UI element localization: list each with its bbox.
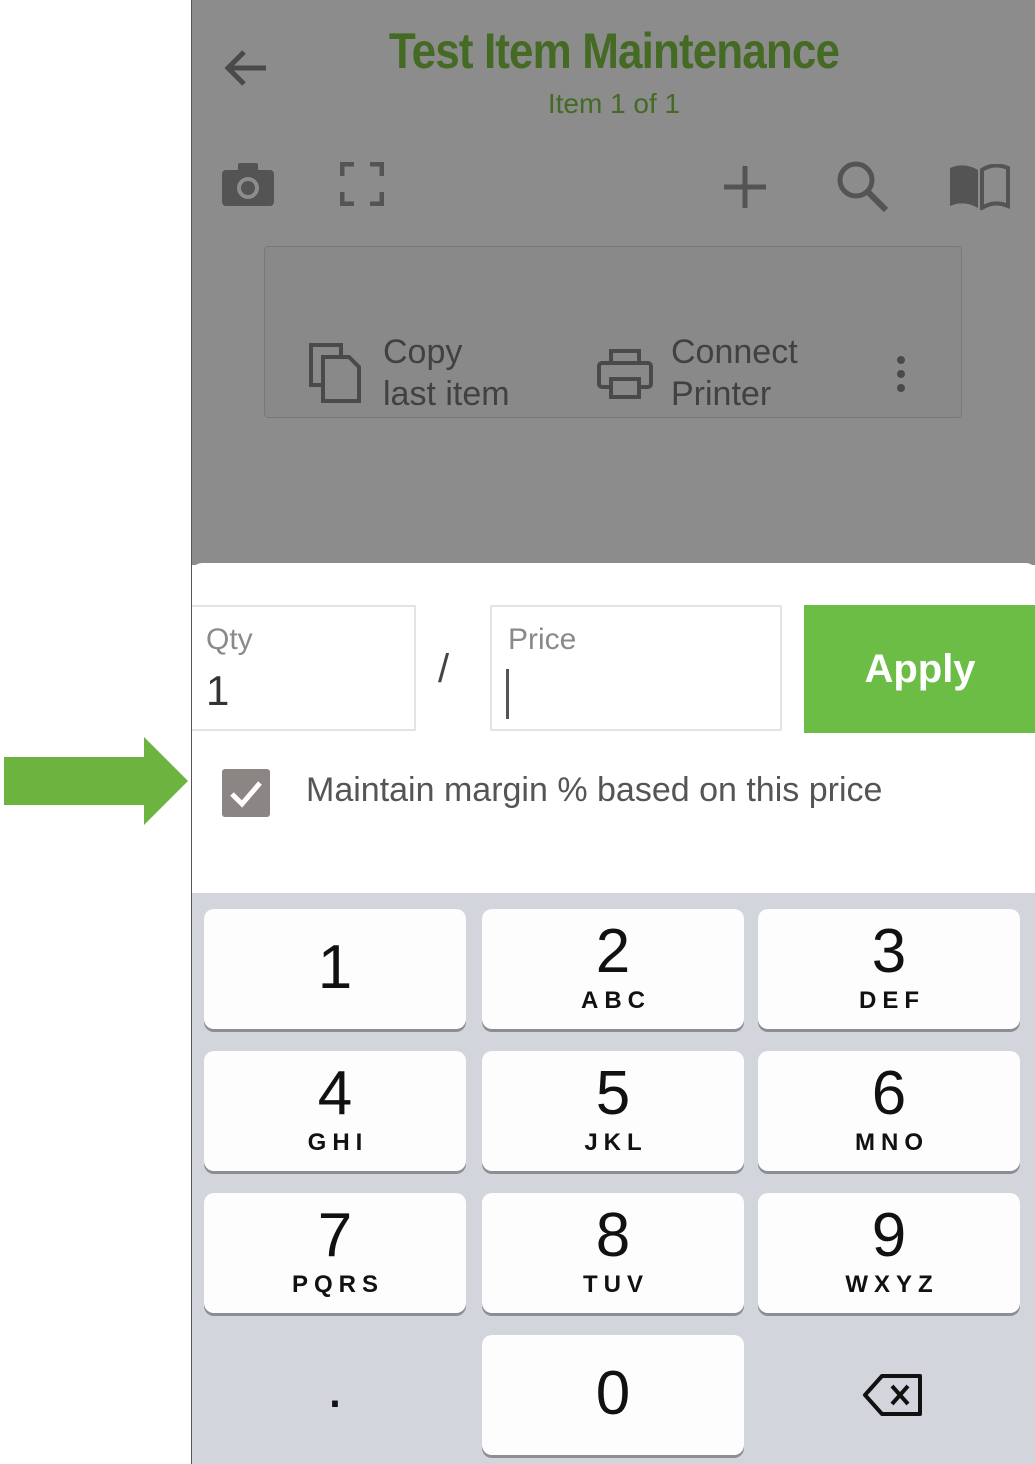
key-0[interactable]: 0 [482, 1335, 744, 1455]
price-field[interactable]: Price [490, 605, 782, 731]
key-3[interactable]: 3 DEF [758, 909, 1020, 1029]
key-2[interactable]: 2 ABC [482, 909, 744, 1029]
numeric-keypad: 1 2 ABC 3 DEF 4 GHI 5 JKL 6 MNO 7 PQRS 8… [192, 893, 1035, 1464]
price-label: Price [508, 623, 577, 656]
background-app: Test Item Maintenance Item 1 of 1 Copy l… [192, 0, 1035, 565]
apply-button[interactable]: Apply [804, 605, 1035, 733]
qty-field[interactable]: Qty 1 [192, 605, 416, 731]
qty-price-separator: / [438, 647, 450, 691]
key-6[interactable]: 6 MNO [758, 1051, 1020, 1171]
key-5[interactable]: 5 JKL [482, 1051, 744, 1171]
maintain-margin-label: Maintain margin % based on this price [306, 771, 883, 809]
phone-screen: Test Item Maintenance Item 1 of 1 Copy l… [191, 0, 1035, 1464]
key-8[interactable]: 8 TUV [482, 1193, 744, 1313]
text-cursor [506, 669, 509, 719]
price-entry-sheet: Qty 1 / Price Apply Maintain margin % ba… [192, 563, 1035, 893]
qty-label: Qty [206, 623, 253, 656]
qty-value: 1 [206, 667, 230, 714]
backspace-icon [863, 1374, 922, 1416]
callout-arrow-icon [4, 737, 188, 825]
key-9[interactable]: 9 WXYZ [758, 1193, 1020, 1313]
modal-scrim[interactable] [192, 0, 1035, 565]
key-decimal[interactable]: . [204, 1335, 466, 1455]
delete-key[interactable] [758, 1335, 1020, 1455]
key-1[interactable]: 1 [204, 909, 466, 1029]
checkmark-icon [230, 781, 262, 808]
key-4[interactable]: 4 GHI [204, 1051, 466, 1171]
maintain-margin-checkbox[interactable] [222, 769, 270, 817]
key-7[interactable]: 7 PQRS [204, 1193, 466, 1313]
maintain-margin-row[interactable]: Maintain margin % based on this price [222, 767, 1022, 819]
